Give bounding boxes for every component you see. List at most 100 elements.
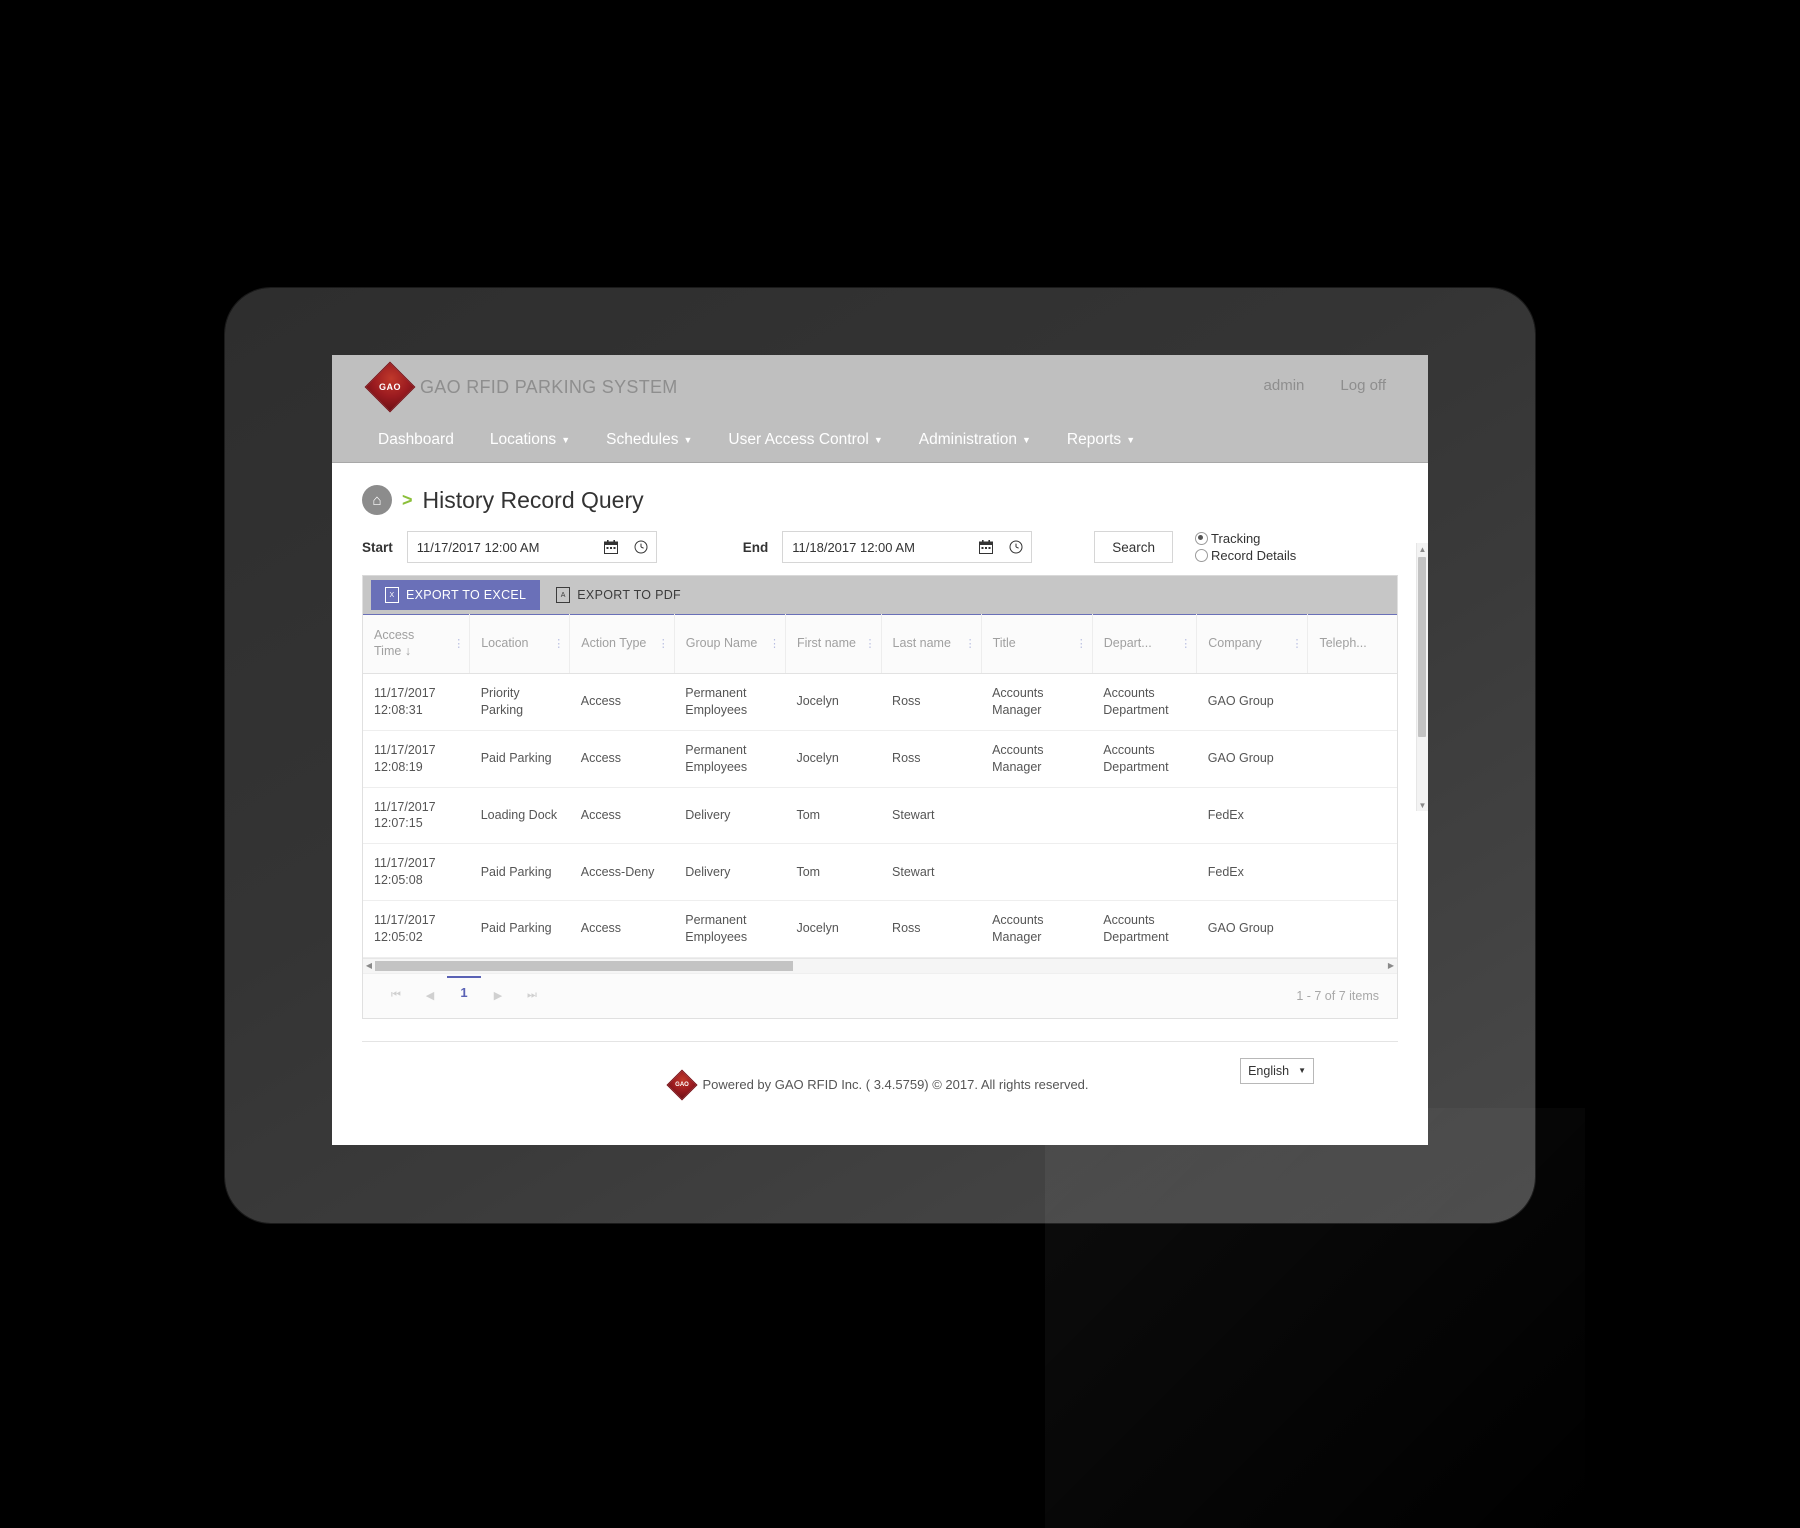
cell-title <box>981 787 1093 845</box>
home-icon[interactable]: ⌂ <box>362 485 392 515</box>
nav-label: Locations <box>489 430 557 448</box>
footer-logo-text: GAO <box>675 1081 690 1088</box>
brand[interactable]: GAO GAO RFID PARKING SYSTEM <box>364 361 678 413</box>
column-header-first-name[interactable]: First name ⋮ <box>785 614 882 674</box>
search-button[interactable]: Search <box>1094 531 1174 563</box>
cell-first-name: Tom <box>785 787 882 845</box>
chevron-down-icon: ▼ <box>561 434 571 445</box>
column-menu-icon[interactable]: ⋮ <box>658 638 669 649</box>
column-label: Title <box>992 636 1016 651</box>
table-row[interactable]: 11/17/2017 12:05:02 Paid Parking Access … <box>363 900 1397 958</box>
cell-group-name: Permanent Employees <box>674 730 786 788</box>
start-datetime-field[interactable] <box>406 531 657 563</box>
export-to-excel-button[interactable]: X EXPORT TO EXCEL <box>371 580 541 610</box>
pdf-file-icon: A <box>556 587 571 603</box>
table-row[interactable]: 11/17/2017 12:08:19 Paid Parking Access … <box>363 730 1397 788</box>
column-menu-icon[interactable]: ⋮ <box>453 638 464 649</box>
nav-item-dashboard[interactable]: Dashboard <box>378 431 454 449</box>
nav-item-locations[interactable]: Locations ▼ <box>490 431 570 449</box>
column-header-company[interactable]: Company ⋮ <box>1196 614 1309 674</box>
clock-icon[interactable] <box>1001 532 1031 562</box>
chevron-down-icon: ▼ <box>1126 434 1136 445</box>
nav-item-reports[interactable]: Reports ▼ <box>1067 431 1135 449</box>
nav-item-schedules[interactable]: Schedules ▼ <box>606 431 692 449</box>
end-datetime-input[interactable] <box>783 538 972 556</box>
radio-option-tracking[interactable]: Tracking <box>1195 531 1296 546</box>
language-value: English <box>1248 1063 1290 1078</box>
cell-group-name: Delivery <box>674 843 786 901</box>
column-menu-icon[interactable]: ⋮ <box>553 638 564 649</box>
cell-action-type: Access <box>569 673 675 731</box>
sort-arrow-icon: ↓ <box>404 644 412 658</box>
column-header-location[interactable]: Location ⋮ <box>469 614 571 674</box>
column-menu-icon[interactable]: ⋮ <box>1076 638 1087 649</box>
scroll-right-arrow-icon[interactable]: ▶ <box>1385 961 1397 970</box>
cell-title: Accounts Manager <box>981 673 1093 731</box>
start-datetime-input[interactable] <box>407 538 596 556</box>
column-header-group-name[interactable]: Group Name ⋮ <box>674 614 786 674</box>
pagination-bar: ⏮ ◀ 1 ▶ ⏭ 1 - 7 of 7 items <box>363 972 1397 1018</box>
column-label: Teleph... <box>1319 636 1367 651</box>
table-horizontal-scrollbar[interactable]: ◀ ▶ <box>363 957 1397 973</box>
column-header-action-type[interactable]: Action Type ⋮ <box>569 614 675 674</box>
main-nav: Dashboard Locations ▼ Schedules ▼ User Acc… <box>332 417 1428 463</box>
mode-radio-group: Tracking Record Details <box>1195 531 1296 563</box>
column-menu-icon[interactable]: ⋮ <box>965 638 976 649</box>
clock-icon[interactable] <box>626 532 656 562</box>
column-header-telephone[interactable]: Teleph... <box>1307 614 1397 674</box>
pager-page-1[interactable]: 1 <box>447 975 481 1008</box>
footer-text: Powered by GAO RFID Inc. ( 3.4.5759) © 2… <box>702 1077 1089 1093</box>
table-row[interactable]: 11/17/2017 12:07:15 Loading Dock Access … <box>363 787 1397 845</box>
scroll-down-arrow-icon[interactable]: ▼ <box>1417 799 1428 811</box>
cell-access-time: 11/17/2017 12:08:19 <box>363 730 470 788</box>
log-off-link[interactable]: Log off <box>1340 377 1386 394</box>
table-body: 11/17/2017 12:08:31 Priority Parking Acc… <box>363 673 1397 958</box>
column-menu-icon[interactable]: ⋮ <box>865 638 876 649</box>
nav-item-administration[interactable]: Administration ▼ <box>919 431 1031 449</box>
cell-title <box>981 843 1093 901</box>
radio-option-record-details[interactable]: Record Details <box>1195 548 1296 563</box>
calendar-icon[interactable] <box>596 532 626 562</box>
filter-bar: Start 11/17/2017 12:00 AM End 11/18/2017… <box>332 515 1428 575</box>
excel-file-icon: X <box>385 587 399 603</box>
radio-indicator-tracking[interactable] <box>1195 532 1209 545</box>
horizontal-scroll-thumb[interactable] <box>375 960 793 971</box>
column-label: Last name <box>892 636 951 651</box>
pager-next-button[interactable]: ▶ <box>481 983 515 1009</box>
scroll-up-arrow-icon[interactable]: ▲ <box>1417 543 1428 555</box>
cell-first-name: Jocelyn <box>785 673 882 731</box>
radio-label-record-details: Record Details <box>1211 548 1297 563</box>
calendar-icon[interactable] <box>971 532 1001 562</box>
grid-toolbar: X EXPORT TO EXCEL A EXPORT TO PDF <box>363 576 1397 614</box>
table-row[interactable]: 11/17/2017 12:05:08 Paid Parking Access-… <box>363 843 1397 901</box>
cell-location: Loading Dock <box>469 787 570 845</box>
column-menu-icon[interactable]: ⋮ <box>769 638 780 649</box>
column-label: Depart... <box>1103 636 1152 651</box>
column-header-department[interactable]: Depart... ⋮ <box>1092 614 1198 674</box>
language-select[interactable]: English ▼ <box>1240 1057 1314 1084</box>
device-highlight <box>1045 1108 1585 1528</box>
scroll-left-arrow-icon[interactable]: ◀ <box>363 961 375 970</box>
cell-telephone <box>1307 900 1397 958</box>
table-row[interactable]: 11/17/2017 12:08:31 Priority Parking Acc… <box>363 673 1397 731</box>
column-menu-icon[interactable]: ⋮ <box>1291 638 1302 649</box>
table-vertical-scrollbar[interactable]: ▲ ▼ <box>1416 543 1428 811</box>
vertical-scroll-thumb[interactable] <box>1418 557 1426 737</box>
column-header-access-time[interactable]: Access Time ↓ ⋮ <box>363 614 471 674</box>
logo-text: GAO <box>378 382 402 392</box>
column-header-last-name[interactable]: Last name ⋮ <box>881 614 982 674</box>
nav-item-user-access-control[interactable]: User Access Control ▼ <box>728 431 882 449</box>
pager-prev-button[interactable]: ◀ <box>413 983 447 1009</box>
column-header-title[interactable]: Title ⋮ <box>981 614 1093 674</box>
current-user-link[interactable]: admin <box>1264 377 1305 394</box>
end-datetime-field[interactable] <box>782 531 1033 563</box>
radio-indicator-record-details[interactable] <box>1195 549 1209 562</box>
pager-last-button[interactable]: ⏭ <box>515 983 549 1009</box>
column-menu-icon[interactable]: ⋮ <box>1180 638 1191 649</box>
cell-department <box>1092 787 1197 845</box>
pager-first-button[interactable]: ⏮ <box>379 983 413 1009</box>
cell-title: Accounts Manager <box>981 730 1093 788</box>
export-to-pdf-button[interactable]: A EXPORT TO PDF <box>544 580 693 610</box>
nav-label: User Access Control <box>728 430 869 448</box>
brand-title: GAO RFID PARKING SYSTEM <box>420 376 678 397</box>
